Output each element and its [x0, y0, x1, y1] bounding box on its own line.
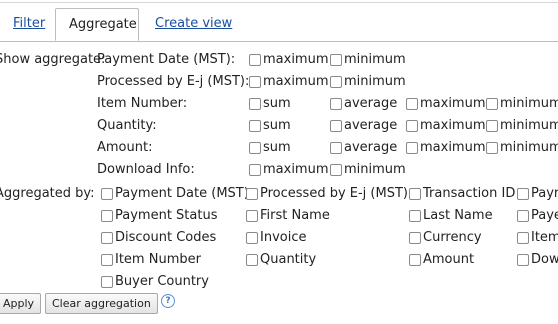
group-option-label: Currency: [423, 230, 482, 245]
checkbox-item-number-sum[interactable]: [249, 98, 261, 110]
checkbox-payment-date-mst-minimum[interactable]: [330, 54, 342, 66]
checkbox-group-first-name[interactable]: [246, 210, 258, 222]
option-label: sum: [263, 118, 291, 133]
option-label: average: [344, 118, 398, 133]
checkbox-group-payment-date-mst[interactable]: [101, 188, 113, 200]
group-option-label: Item Number: [115, 252, 201, 267]
checkbox-group-quantity[interactable]: [246, 254, 258, 266]
checkbox-item-number-average[interactable]: [330, 98, 342, 110]
tab-bar: Filter Aggregate Create view: [0, 0, 558, 42]
option-label: minimum: [344, 74, 406, 89]
group-option-label: Transaction ID: [423, 186, 516, 201]
aggregate-field-label: Download Info:: [97, 162, 195, 177]
group-option-label: Payment Date (MST): [115, 186, 249, 201]
option-label: minimum: [500, 96, 558, 111]
checkbox-group-buyer-country[interactable]: [101, 276, 113, 288]
group-option-label: Amount: [423, 252, 475, 267]
option-label: minimum: [344, 162, 406, 177]
aggregate-field-label: Quantity:: [97, 118, 157, 133]
tab-filter[interactable]: Filter: [13, 16, 45, 31]
group-option-label: Buyer Country: [115, 274, 209, 289]
checkbox-processed-by-e-j-mst-maximum[interactable]: [249, 76, 261, 88]
option-label: maximum: [263, 52, 329, 67]
group-option-label: Item: [531, 230, 558, 245]
checkbox-amount-average[interactable]: [330, 142, 342, 154]
checkbox-group-item[interactable]: [517, 232, 529, 244]
aggregated-by-label: Aggregated by:: [0, 186, 95, 201]
option-label: average: [344, 96, 398, 111]
group-option-label: Paye: [531, 208, 558, 223]
group-option-label: Invoice: [260, 230, 307, 245]
aggregate-field-label: Processed by E-j (MST):: [97, 74, 250, 89]
aggregate-field-label: Item Number:: [97, 96, 188, 111]
group-option-label: Discount Codes: [115, 230, 217, 245]
checkbox-quantity-maximum[interactable]: [406, 120, 418, 132]
clear-aggregation-button[interactable]: Clear aggregation: [45, 293, 158, 314]
checkbox-group-paye[interactable]: [517, 210, 529, 222]
checkbox-download-info-maximum[interactable]: [249, 164, 261, 176]
checkbox-group-discount-codes[interactable]: [101, 232, 113, 244]
apply-button[interactable]: Apply: [0, 293, 42, 314]
checkbox-payment-date-mst-maximum[interactable]: [249, 54, 261, 66]
checkbox-group-payr[interactable]: [517, 188, 529, 200]
tab-create-view[interactable]: Create view: [155, 16, 232, 31]
checkbox-group-invoice[interactable]: [246, 232, 258, 244]
checkbox-amount-maximum[interactable]: [406, 142, 418, 154]
tab-aggregate[interactable]: Aggregate: [55, 8, 139, 41]
option-label: minimum: [500, 140, 558, 155]
option-label: maximum: [263, 74, 329, 89]
checkbox-group-currency[interactable]: [409, 232, 421, 244]
group-option-label: Quantity: [260, 252, 317, 267]
option-label: sum: [263, 96, 291, 111]
option-label: sum: [263, 140, 291, 155]
group-option-label: First Name: [260, 208, 330, 223]
group-option-label: Processed by E-j (MST): [260, 186, 408, 201]
group-option-label: Payment Status: [115, 208, 218, 223]
option-label: minimum: [500, 118, 558, 133]
help-icon[interactable]: ?: [161, 294, 175, 308]
tab-aggregate-label: Aggregate: [69, 17, 137, 32]
checkbox-group-payment-status[interactable]: [101, 210, 113, 222]
checkbox-item-number-minimum[interactable]: [486, 98, 498, 110]
checkbox-amount-minimum[interactable]: [486, 142, 498, 154]
checkbox-processed-by-e-j-mst-minimum[interactable]: [330, 76, 342, 88]
option-label: average: [344, 140, 398, 155]
checkbox-group-processed-by-e-j-mst[interactable]: [246, 188, 258, 200]
checkbox-quantity-average[interactable]: [330, 120, 342, 132]
checkbox-group-last-name[interactable]: [409, 210, 421, 222]
aggregate-field-label: Payment Date (MST):: [97, 52, 236, 67]
show-aggregate-label: Show aggregate:: [0, 52, 106, 67]
checkbox-quantity-minimum[interactable]: [486, 120, 498, 132]
checkbox-amount-sum[interactable]: [249, 142, 261, 154]
aggregate-field-label: Amount:: [97, 140, 153, 155]
checkbox-item-number-maximum[interactable]: [406, 98, 418, 110]
checkbox-quantity-sum[interactable]: [249, 120, 261, 132]
option-label: minimum: [344, 52, 406, 67]
option-label: maximum: [420, 118, 486, 133]
checkbox-group-item-number[interactable]: [101, 254, 113, 266]
group-option-label: Last Name: [423, 208, 493, 223]
option-label: maximum: [420, 140, 486, 155]
checkbox-download-info-minimum[interactable]: [330, 164, 342, 176]
option-label: maximum: [420, 96, 486, 111]
checkbox-group-amount[interactable]: [409, 254, 421, 266]
checkbox-group-transaction-id[interactable]: [409, 188, 421, 200]
group-option-label: Dow: [531, 252, 558, 267]
group-option-label: Payr: [531, 186, 558, 201]
checkbox-group-dow[interactable]: [517, 254, 529, 266]
option-label: maximum: [263, 162, 329, 177]
